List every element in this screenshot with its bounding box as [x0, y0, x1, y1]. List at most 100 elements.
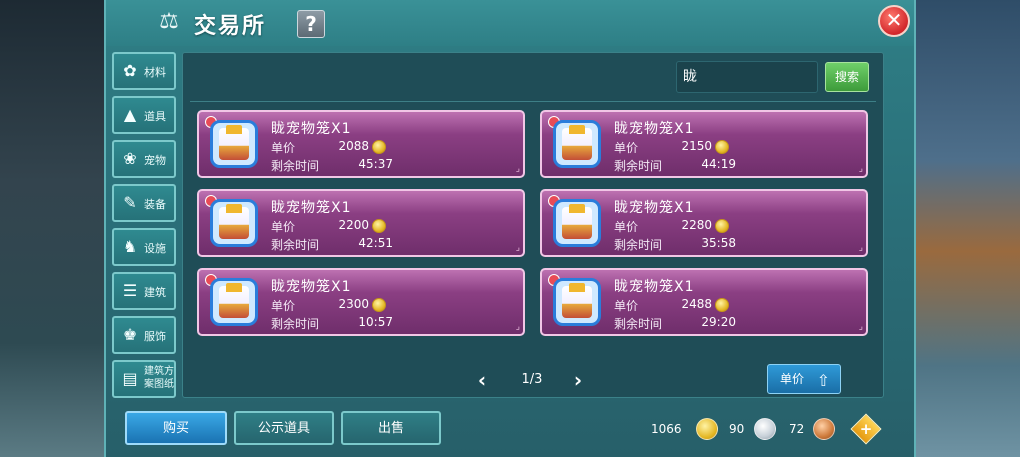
- paw-icon: ❀: [123, 149, 137, 168]
- sidebar-item-label: 装备: [144, 198, 166, 211]
- search-button[interactable]: 搜索: [825, 62, 869, 92]
- backdrop-right: [910, 0, 1020, 457]
- item-price: 2300: [338, 297, 369, 311]
- sidebar-item-pets[interactable]: ❀ 宠物: [112, 140, 176, 178]
- time-remaining: 44:19: [701, 157, 736, 171]
- plus-icon: +: [859, 420, 873, 438]
- search-input[interactable]: 眬: [676, 61, 818, 93]
- clothing-icon: ♚: [122, 325, 138, 344]
- item-price: 2280: [681, 218, 712, 232]
- help-button[interactable]: ?: [297, 10, 325, 38]
- listing-card[interactable]: 眬宠物笼X1 单价 2280 剩余时间 35:58 ⌟: [540, 189, 868, 257]
- time-remaining: 35:58: [701, 236, 736, 250]
- pet-cage-icon: [553, 120, 601, 168]
- corner-mark-icon: ⌟: [858, 164, 863, 174]
- pet-cage-icon: [210, 278, 258, 326]
- listing-card[interactable]: 眬宠物笼X1 单价 2150 剩余时间 44:19 ⌟: [540, 110, 868, 178]
- gold-amount: 1066: [651, 422, 682, 436]
- page-indicator: 1/3: [521, 372, 543, 387]
- sidebar-item-blueprints[interactable]: ▤ 建筑方案图纸: [112, 360, 176, 398]
- close-button[interactable]: ✕: [878, 5, 910, 37]
- price-label: 单价: [271, 299, 296, 313]
- sidebar-item-props[interactable]: ▲ 道具: [112, 96, 176, 134]
- sidebar-item-label: 道具: [144, 110, 166, 123]
- sidebar-item-buildings[interactable]: ☰ 建筑: [112, 272, 176, 310]
- sidebar-item-equipment[interactable]: ✎ 装备: [112, 184, 176, 222]
- time-label: 剩余时间: [271, 238, 320, 252]
- arrow-up-icon: ⇧: [816, 371, 830, 390]
- item-name: 眬宠物笼X1: [271, 279, 352, 295]
- item-name: 眬宠物笼X1: [614, 200, 695, 216]
- gold-coin-icon: [715, 219, 729, 233]
- price-label: 单价: [271, 220, 296, 234]
- page-title: 交易所: [194, 14, 267, 39]
- time-label: 剩余时间: [614, 159, 663, 173]
- materials-icon: ✿: [123, 61, 137, 80]
- copper-amount: 72: [789, 422, 805, 436]
- pet-cage-icon: [553, 199, 601, 247]
- listing-card[interactable]: 眬宠物笼X1 单价 2200 剩余时间 42:51 ⌟: [197, 189, 525, 257]
- title-bar: ⚖ 交易所 ?: [106, 0, 914, 46]
- listing-card[interactable]: 眬宠物笼X1 单价 2488 剩余时间 29:20 ⌟: [540, 268, 868, 336]
- sidebar-item-label: 设施: [144, 242, 166, 255]
- time-label: 剩余时间: [271, 159, 320, 173]
- sidebar-item-materials[interactable]: ✿ 材料: [112, 52, 176, 90]
- gold-coin-icon: [372, 219, 386, 233]
- corner-mark-icon: ⌟: [515, 243, 520, 253]
- price-label: 单价: [614, 141, 639, 155]
- item-price: 2488: [681, 297, 712, 311]
- copper-coin-icon: [813, 418, 835, 440]
- price-label: 单价: [614, 299, 639, 313]
- props-icon: ▲: [123, 105, 137, 124]
- time-remaining: 29:20: [701, 315, 736, 329]
- sidebar-item-facilities[interactable]: ♞ 设施: [112, 228, 176, 266]
- gold-coin-icon: [715, 298, 729, 312]
- item-price: 2150: [681, 139, 712, 153]
- time-remaining: 45:37: [358, 157, 393, 171]
- gold-coin-icon: [372, 140, 386, 154]
- pet-cage-icon: [553, 278, 601, 326]
- time-remaining: 42:51: [358, 236, 393, 250]
- time-label: 剩余时间: [614, 317, 663, 331]
- time-label: 剩余时间: [614, 238, 663, 252]
- equipment-icon: ✎: [123, 193, 137, 212]
- sidebar-item-label: 宠物: [144, 154, 166, 167]
- time-label: 剩余时间: [271, 317, 320, 331]
- backdrop-left: [0, 0, 110, 457]
- building-icon: ☰: [122, 281, 138, 300]
- tab-sell[interactable]: 出售: [341, 411, 441, 445]
- divider: [190, 101, 876, 102]
- next-page-icon[interactable]: ›: [570, 370, 586, 390]
- listing-card[interactable]: 眬宠物笼X1 单价 2088 剩余时间 45:37 ⌟: [197, 110, 525, 178]
- pet-cage-icon: [210, 120, 258, 168]
- tab-buy[interactable]: 购买: [125, 411, 227, 445]
- item-name: 眬宠物笼X1: [614, 121, 695, 137]
- blueprint-icon: ▤: [122, 369, 138, 388]
- prev-page-icon[interactable]: ‹: [474, 370, 490, 390]
- corner-mark-icon: ⌟: [858, 322, 863, 332]
- item-name: 眬宠物笼X1: [271, 200, 352, 216]
- corner-mark-icon: ⌟: [515, 322, 520, 332]
- price-label: 单价: [614, 220, 639, 234]
- gold-coin-icon: [715, 140, 729, 154]
- facility-icon: ♞: [122, 237, 138, 256]
- silver-coin-icon: [754, 418, 776, 440]
- pet-cage-icon: [210, 199, 258, 247]
- sidebar-item-label: 建筑: [144, 286, 166, 299]
- sidebar-item-label: 服饰: [144, 330, 166, 343]
- sidebar-item-clothing[interactable]: ♚ 服饰: [112, 316, 176, 354]
- item-price: 2088: [338, 139, 369, 153]
- sort-price-button[interactable]: 单价 ⇧: [767, 364, 841, 394]
- item-name: 眬宠物笼X1: [271, 121, 352, 137]
- price-label: 单价: [271, 141, 296, 155]
- sort-label: 单价: [780, 372, 805, 386]
- scales-icon: ⚖: [159, 9, 179, 34]
- time-remaining: 10:57: [358, 315, 393, 329]
- listing-card[interactable]: 眬宠物笼X1 单价 2300 剩余时间 10:57 ⌟: [197, 268, 525, 336]
- silver-amount: 90: [729, 422, 745, 436]
- corner-mark-icon: ⌟: [515, 164, 520, 174]
- gold-coin-icon: [372, 298, 386, 312]
- gold-coin-icon: [696, 418, 718, 440]
- tab-public-items[interactable]: 公示道具: [234, 411, 334, 445]
- sidebar-item-label: 材料: [144, 66, 166, 79]
